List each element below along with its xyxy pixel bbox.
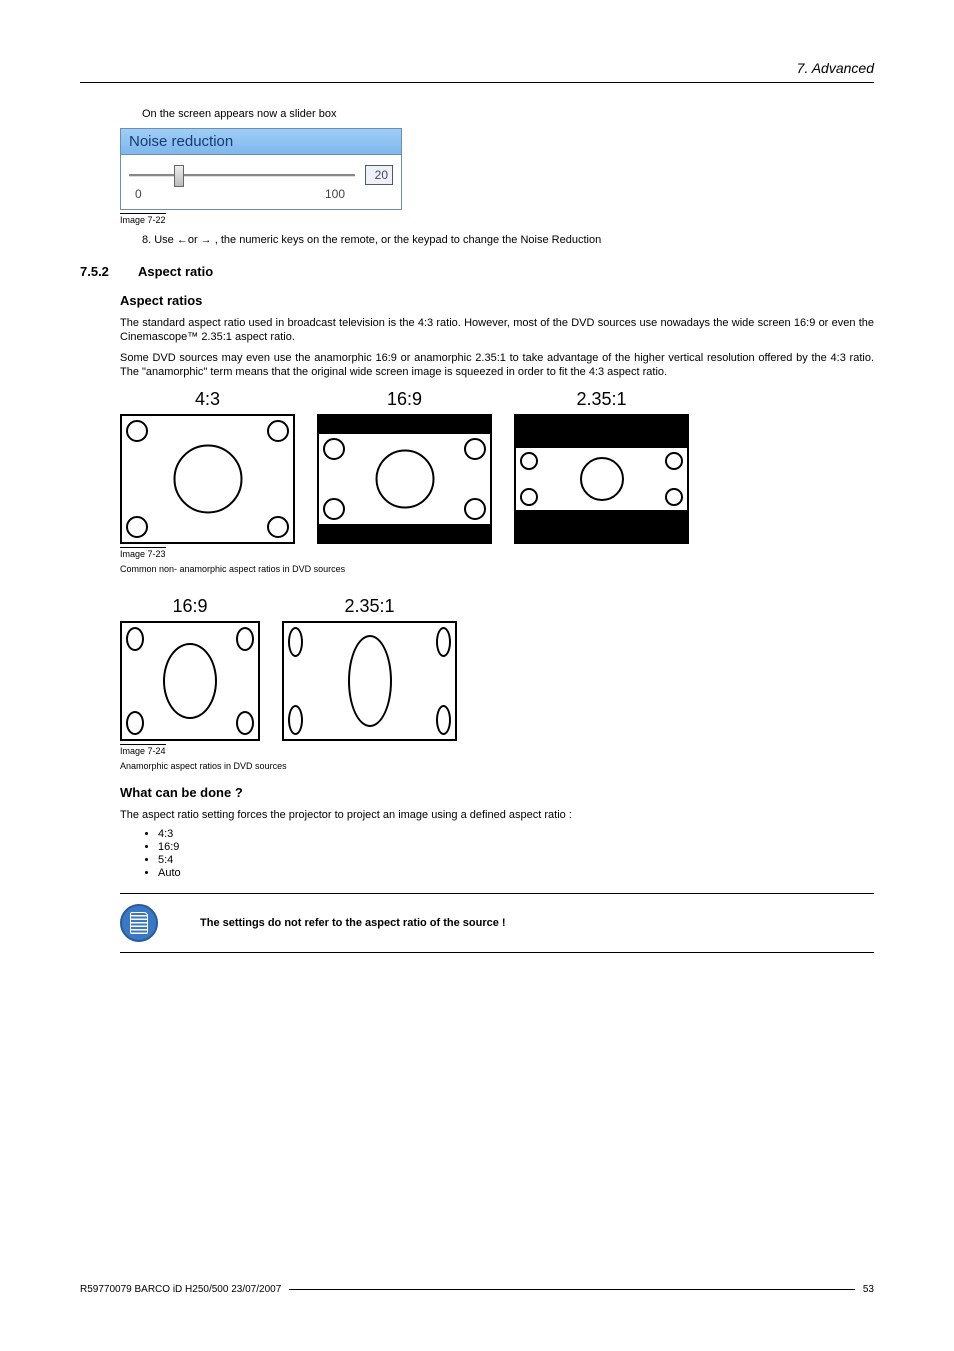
- list-item: 4:3: [158, 828, 874, 840]
- ratio-label-169: 16:9: [387, 389, 422, 410]
- slider-track[interactable]: [129, 165, 355, 185]
- what-can-be-done-p1: The aspect ratio setting forces the proj…: [120, 808, 874, 822]
- slider-thumb[interactable]: [174, 165, 184, 187]
- aspect-ratios-heading: Aspect ratios: [120, 293, 874, 308]
- slider-title: Noise reduction: [121, 129, 401, 155]
- image-desc-7-24: Anamorphic aspect ratios in DVD sources: [120, 761, 874, 771]
- slider-value: 20: [365, 165, 393, 185]
- section-number: 7.5.2: [80, 264, 120, 279]
- noise-reduction-slider-box: Noise reduction 20 0 100: [120, 128, 402, 210]
- list-item: 16:9: [158, 841, 874, 853]
- ratio-label-ana-235: 2.35:1: [344, 596, 394, 617]
- intro-text: On the screen appears now a slider box: [142, 108, 874, 120]
- image-caption-7-24: Image 7-24: [120, 744, 166, 756]
- what-can-be-done-heading: What can be done ?: [120, 785, 874, 800]
- list-item: 5:4: [158, 854, 874, 866]
- ratio-label-235: 2.35:1: [576, 389, 626, 410]
- footer-doc-id: R59770079 BARCO iD H250/500 23/07/2007: [80, 1284, 281, 1295]
- page-footer: R59770079 BARCO iD H250/500 23/07/2007 5…: [80, 1284, 874, 1295]
- slider-max: 100: [325, 187, 345, 201]
- note-box: The settings do not refer to the aspect …: [120, 893, 874, 953]
- section-title: Aspect ratio: [138, 264, 213, 279]
- image-desc-7-23: Common non- anamorphic aspect ratios in …: [120, 564, 874, 574]
- aspect-ratios-p1: The standard aspect ratio used in broadc…: [120, 316, 874, 345]
- ratio-label-ana-169: 16:9: [172, 596, 207, 617]
- list-item: Auto: [158, 867, 874, 879]
- image-caption-7-23: Image 7-23: [120, 547, 166, 559]
- note-text: The settings do not refer to the aspect …: [200, 917, 506, 929]
- slider-min: 0: [135, 187, 142, 201]
- section-heading: 7.5.2 Aspect ratio: [80, 264, 874, 279]
- aspect-ratio-list: 4:3 16:9 5:4 Auto: [120, 828, 874, 879]
- figure-7-24: 16:9 2.35:1: [120, 596, 874, 741]
- footer-page-number: 53: [863, 1284, 874, 1295]
- chapter-header: 7. Advanced: [80, 60, 874, 83]
- aspect-ratios-p2: Some DVD sources may even use the anamor…: [120, 351, 874, 380]
- image-caption-7-22: Image 7-22: [120, 213, 166, 225]
- ratio-label-43: 4:3: [195, 389, 220, 410]
- step-8-text: 8. Use ←or → , the numeric keys on the r…: [142, 234, 874, 246]
- note-icon: [120, 904, 158, 942]
- figure-7-23: 4:3 16:9: [120, 389, 874, 544]
